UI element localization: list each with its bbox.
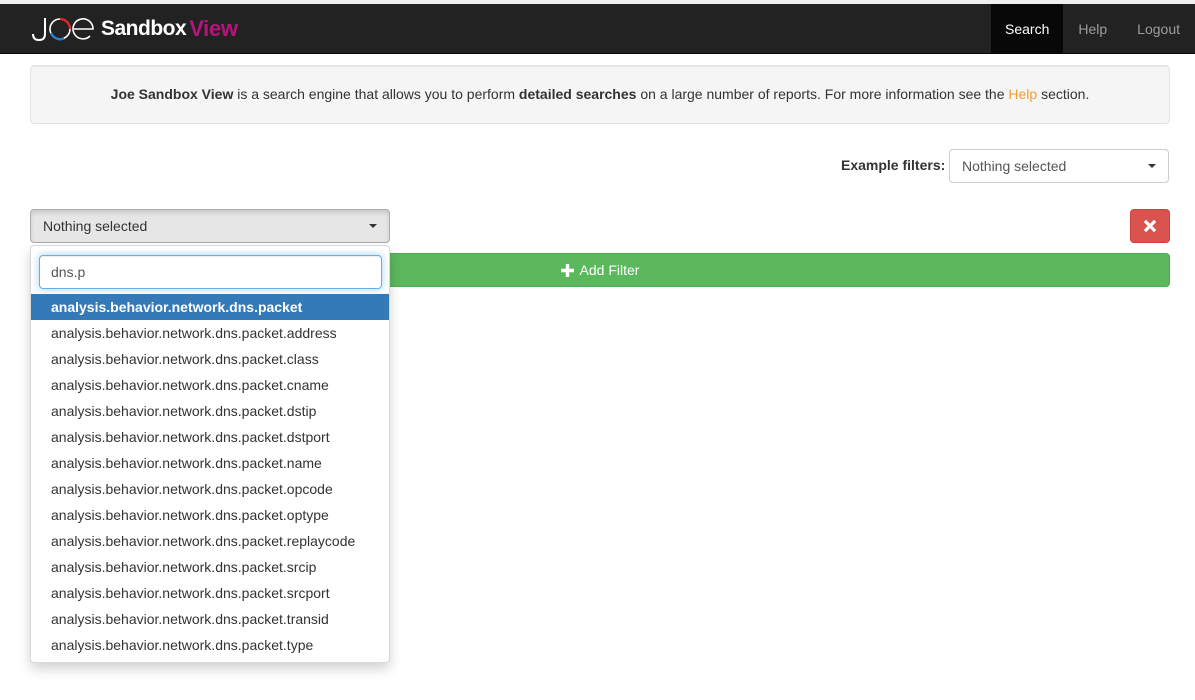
dropdown-option[interactable]: analysis.behavior.network.dns.packet.src… — [31, 580, 389, 606]
brand-logo[interactable]: Sandbox View — [30, 13, 238, 45]
intro-text-3: section. — [1037, 86, 1090, 102]
nav-search[interactable]: Search — [991, 4, 1064, 54]
intro-emphasis: detailed searches — [518, 86, 637, 102]
remove-filter-button[interactable] — [1130, 209, 1170, 243]
nav-logout[interactable]: Logout — [1122, 4, 1195, 54]
brand-sandbox-text: Sandbox — [101, 17, 187, 40]
dropdown-option[interactable]: analysis.behavior.network.dns.packet.dst… — [31, 424, 389, 450]
intro-text-2: on a large number of reports. For more i… — [636, 86, 1009, 102]
caret-down-icon — [369, 224, 377, 228]
help-link[interactable]: Help — [1008, 86, 1037, 102]
times-icon — [1144, 220, 1156, 232]
intro-brand-name: Joe Sandbox View — [110, 86, 234, 102]
dropdown-option[interactable]: analysis.behavior.network.dns.packet.opc… — [31, 476, 389, 502]
dropdown-option[interactable]: analysis.behavior.network.dns.packet.opt… — [31, 502, 389, 528]
caret-down-icon — [1148, 164, 1156, 168]
intro-text-1: is a search engine that allows you to pe… — [233, 86, 519, 102]
dropdown-option[interactable]: analysis.behavior.network.dns.packet.typ… — [31, 632, 389, 658]
nav-help[interactable]: Help — [1063, 4, 1122, 54]
dropdown-option[interactable]: analysis.behavior.network.dns.packet.cna… — [31, 372, 389, 398]
dropdown-option[interactable]: analysis.behavior.network.dns.packet.nam… — [31, 450, 389, 476]
dropdown-option[interactable]: analysis.behavior.network.dns.packet — [31, 294, 389, 320]
dropdown-option[interactable]: analysis.behavior.network.dns.packet.rep… — [31, 528, 389, 554]
dropdown-option[interactable]: analysis.behavior.network.dns.packet.tra… — [31, 606, 389, 632]
joe-logo-icon — [32, 17, 94, 42]
dropdown-options: analysis.behavior.network.dns.packet ana… — [31, 294, 389, 658]
dropdown-search-input[interactable] — [39, 255, 382, 289]
filter-field-select[interactable]: Nothing selected — [30, 209, 390, 243]
dropdown-option[interactable]: analysis.behavior.network.dns.packet.add… — [31, 320, 389, 346]
plus-icon — [560, 263, 574, 277]
dropdown-option[interactable]: analysis.behavior.network.dns.packet.dst… — [31, 398, 389, 424]
filter-field-value: Nothing selected — [43, 218, 148, 234]
navbar: Sandbox View Search Help Logout — [0, 4, 1195, 54]
brand-view-text: View — [189, 16, 238, 41]
nav-menu: Search Help Logout — [991, 4, 1195, 54]
add-filter-label: Add Filter — [579, 262, 640, 278]
example-filters-label: Example filters: — [841, 157, 946, 173]
filter-field-dropdown: analysis.behavior.network.dns.packet ana… — [30, 245, 390, 663]
example-filters-select[interactable]: Nothing selected — [949, 149, 1169, 183]
dropdown-option[interactable]: analysis.behavior.network.dns.packet.cla… — [31, 346, 389, 372]
example-filters-value: Nothing selected — [962, 158, 1067, 174]
dropdown-option[interactable]: analysis.behavior.network.dns.packet.src… — [31, 554, 389, 580]
intro-panel: Joe Sandbox View is a search engine that… — [30, 65, 1170, 124]
